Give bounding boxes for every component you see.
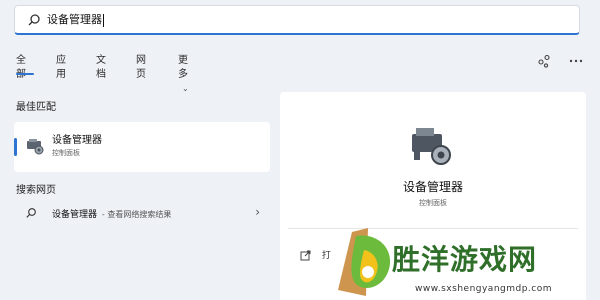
chevron-down-icon: ⌄ (182, 84, 189, 93)
web-search-result[interactable]: 设备管理器 - 查看网络搜索结果 › (14, 203, 270, 225)
open-icon (300, 250, 311, 261)
device-manager-icon (412, 128, 451, 165)
open-action[interactable]: 打 (300, 248, 331, 261)
tab-apps[interactable]: 应用 (56, 54, 66, 82)
search-icon (28, 14, 40, 26)
search-box[interactable]: 设备管理器 (14, 5, 580, 35)
chevron-right-icon[interactable]: › (255, 205, 260, 219)
best-match-name: 设备管理器 (52, 135, 102, 146)
watermark-text: 胜洋游戏网 (392, 243, 538, 276)
search-input[interactable]: 设备管理器 (47, 12, 104, 28)
search-icon (26, 208, 36, 218)
share-icon[interactable] (536, 53, 552, 69)
web-search-heading: 搜索网页 (16, 185, 56, 196)
watermark-logo (338, 228, 391, 296)
web-result-label: 设备管理器 - 查看网络搜索结果 (52, 210, 172, 220)
detail-subtitle: 控制面板 (419, 199, 447, 207)
active-tab-indicator (16, 73, 34, 75)
best-match-heading: 最佳匹配 (16, 102, 56, 113)
selection-accent (14, 138, 17, 156)
best-match-subtitle: 控制面板 (52, 149, 80, 157)
text-caret (103, 13, 104, 27)
tab-documents[interactable]: 文档 (96, 54, 106, 82)
best-match-item[interactable]: 设备管理器 控制面板 (14, 122, 270, 172)
watermark-url: www.sxshengyangmdp.com (415, 284, 553, 294)
top-right-toolbar (536, 53, 584, 69)
tab-more[interactable]: 更多⌄ (178, 54, 189, 96)
more-icon[interactable] (568, 53, 584, 69)
tab-web[interactable]: 网页 (136, 54, 146, 82)
device-manager-icon (27, 139, 44, 155)
detail-title: 设备管理器 (402, 180, 463, 194)
tab-all[interactable]: 全部 (16, 54, 34, 82)
